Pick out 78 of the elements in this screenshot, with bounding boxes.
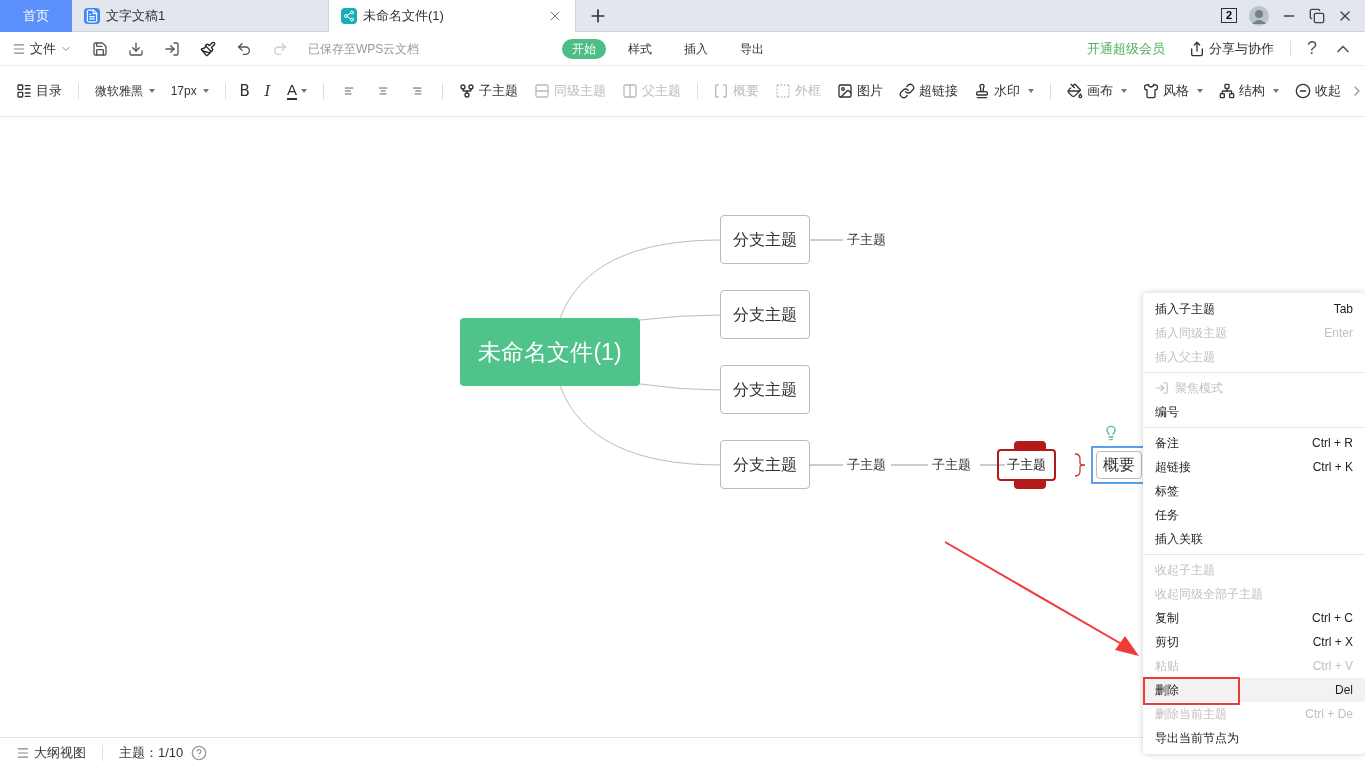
connector-line xyxy=(890,464,929,466)
link-icon xyxy=(899,83,916,99)
summary-brace xyxy=(1074,453,1086,477)
focus-icon xyxy=(1155,381,1169,395)
toolbar-button[interactable]: 超链接 xyxy=(891,81,967,101)
columns-icon xyxy=(621,83,638,99)
topic-node[interactable]: 子主题 xyxy=(924,449,979,481)
brace-icon xyxy=(713,83,730,99)
format-painter-icon[interactable] xyxy=(200,40,216,57)
branch-node[interactable]: 分支主题 xyxy=(720,440,810,489)
document-tab[interactable]: 未命名文件(1) xyxy=(328,0,576,32)
avatar-icon[interactable] xyxy=(1249,5,1269,26)
connector-line xyxy=(979,464,1006,466)
tab-label: 未命名文件(1) xyxy=(363,7,445,26)
toolbar-button[interactable]: 风格 xyxy=(1135,81,1212,101)
branch-node[interactable]: 分支主题 xyxy=(720,290,810,339)
ribbon-tab[interactable]: 样式 xyxy=(618,38,663,59)
mindmap-icon xyxy=(341,8,357,24)
paint-bucket-icon xyxy=(1067,83,1084,99)
tab-label: 文字文稿1 xyxy=(106,7,167,26)
restore-icon[interactable] xyxy=(1309,7,1325,24)
italic-button[interactable]: I xyxy=(256,79,279,103)
toolbar-button[interactable]: 目录 xyxy=(8,81,70,101)
toolbar-button[interactable]: 结构 xyxy=(1211,81,1288,101)
download-icon[interactable] xyxy=(128,40,144,57)
resize-handle[interactable] xyxy=(1014,479,1046,489)
menu-item[interactable]: 导出当前节点为 xyxy=(1143,726,1365,750)
help-icon[interactable] xyxy=(191,745,208,761)
save-icon[interactable] xyxy=(92,40,108,57)
import-icon[interactable] xyxy=(164,40,180,57)
file-menu[interactable]: 文件 xyxy=(12,38,72,59)
outline-view-button[interactable]: 大纲视图 xyxy=(16,743,86,763)
document-icon xyxy=(84,8,100,24)
menu-icon xyxy=(12,41,26,56)
save-status: 已保存至WPS云文档 xyxy=(308,40,420,58)
connector-line xyxy=(809,464,844,466)
list-icon xyxy=(16,746,30,760)
font-dropdown[interactable]: 17px xyxy=(162,82,217,100)
shirt-icon xyxy=(1143,83,1160,99)
bold-button[interactable]: B xyxy=(233,79,257,103)
lightbulb-icon[interactable] xyxy=(1103,425,1119,441)
toolbar-button[interactable]: 画布 xyxy=(1059,81,1136,101)
ribbon-tab[interactable]: 插入 xyxy=(674,38,719,59)
window-count[interactable]: 2 xyxy=(1220,8,1237,23)
menu-item[interactable]: 插入关联 xyxy=(1143,527,1365,551)
document-tab[interactable]: 文字文稿1 xyxy=(72,0,328,32)
structure-icon xyxy=(1219,83,1236,99)
toolbar-button[interactable]: 图片 xyxy=(829,81,892,101)
branch-icon xyxy=(458,83,475,99)
topic-node[interactable]: 子主题 xyxy=(839,224,894,256)
menu-item[interactable]: 删除 Del xyxy=(1143,678,1365,702)
topic-node[interactable]: 子主题 xyxy=(839,449,894,481)
branch-node[interactable]: 分支主题 xyxy=(720,365,810,414)
menu-item[interactable]: 剪切 Ctrl + X xyxy=(1143,630,1365,654)
text-color-button[interactable]: A xyxy=(279,82,315,100)
branch-node[interactable]: 分支主题 xyxy=(720,215,810,264)
share-icon xyxy=(1189,40,1205,57)
image-icon xyxy=(837,83,854,99)
toolbar-button[interactable]: 子主题 xyxy=(450,81,526,101)
list-icon xyxy=(16,83,32,99)
toolbar-button[interactable]: 水印 xyxy=(966,81,1043,101)
toolbar-button[interactable]: 收起 xyxy=(1287,81,1350,101)
resize-handle[interactable] xyxy=(1014,441,1046,451)
topic-count: 主题：1/10 xyxy=(119,744,184,763)
share-button[interactable]: 分享与协作 xyxy=(1189,38,1274,59)
menu-item[interactable]: 任务 xyxy=(1143,503,1365,527)
menu-item[interactable]: 编号 xyxy=(1143,400,1365,424)
minus-circle-icon xyxy=(1295,83,1312,99)
stamp-icon xyxy=(974,83,991,99)
menu-item[interactable]: 复制 Ctrl + C xyxy=(1143,606,1365,630)
ribbon-tab[interactable]: 导出 xyxy=(730,38,775,59)
connector-line xyxy=(809,239,844,241)
font-dropdown[interactable]: 微软雅黑 xyxy=(86,82,163,100)
rows-icon xyxy=(533,83,550,99)
dashed-frame-icon xyxy=(775,83,792,99)
menu-item[interactable]: 插入子主题 Tab xyxy=(1143,297,1365,321)
help-button[interactable]: ? xyxy=(1307,35,1317,62)
undo-icon[interactable] xyxy=(236,40,252,57)
